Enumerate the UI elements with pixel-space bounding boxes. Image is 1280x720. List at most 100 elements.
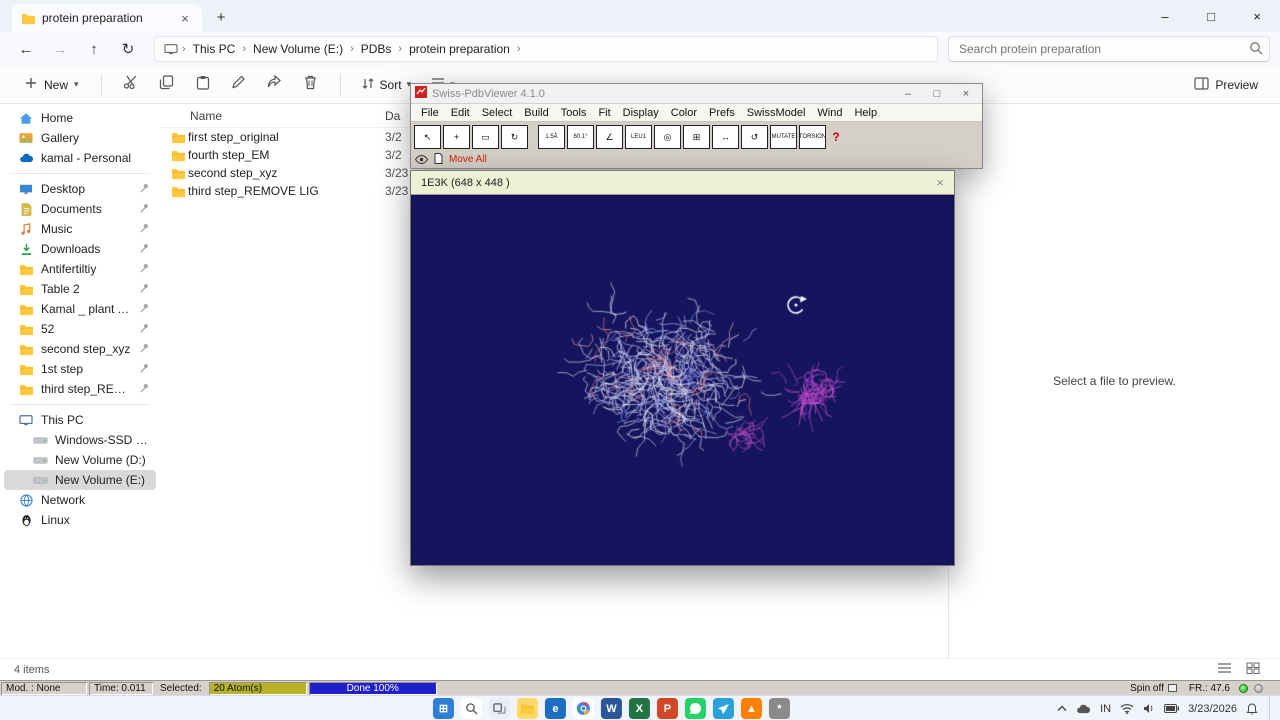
copy-button[interactable]: [150, 70, 184, 100]
sidebar-item-new-volume-e[interactable]: New Volume (E:): [4, 470, 156, 490]
sidebar-item-home[interactable]: Home: [4, 108, 156, 128]
task-view-icon[interactable]: [488, 698, 510, 719]
sidebar-item-kamal-plant-ap[interactable]: Kamal _ plant AP: [4, 299, 156, 319]
sidebar-item-network[interactable]: Network: [4, 490, 156, 510]
delete-button[interactable]: [294, 70, 328, 100]
dihedral-tool[interactable]: ∠: [596, 125, 623, 149]
slab-tool[interactable]: ▭: [472, 125, 499, 149]
molecule-window-title-bar[interactable]: 1E3K (648 x 448 ) ×: [411, 171, 954, 195]
fit-window-tool[interactable]: ⊞: [683, 125, 710, 149]
telegram-icon[interactable]: [712, 698, 734, 719]
explorer-tab[interactable]: protein preparation ×: [12, 4, 202, 32]
new-tab-button[interactable]: +: [208, 5, 234, 29]
sidebar-item-music[interactable]: Music: [4, 219, 156, 239]
tab-close-icon[interactable]: ×: [176, 11, 194, 26]
move-group-tool[interactable]: ↔: [712, 125, 739, 149]
move-all-label[interactable]: Move All: [449, 154, 487, 165]
sidebar-item-1st-step[interactable]: 1st step: [4, 359, 156, 379]
cut-button[interactable]: [114, 70, 148, 100]
help-icon[interactable]: ?: [828, 130, 844, 144]
menu-wind[interactable]: Wind: [811, 107, 848, 119]
minimize-button[interactable]: –: [1142, 0, 1188, 32]
onedrive-tray-icon[interactable]: [1076, 704, 1091, 714]
sidebar-item-kamal-personal[interactable]: kamal - Personal: [4, 148, 156, 168]
spdbv-close-button[interactable]: ×: [954, 88, 978, 100]
sidebar-item-gallery[interactable]: Gallery: [4, 128, 156, 148]
rotate-group-tool[interactable]: ↺: [741, 125, 768, 149]
sidebar-item-52[interactable]: 52: [4, 319, 156, 339]
maximize-button[interactable]: □: [1188, 0, 1234, 32]
layer-page-icon[interactable]: [434, 151, 443, 169]
menu-tools[interactable]: Tools: [555, 107, 593, 119]
forward-button[interactable]: →: [44, 36, 76, 62]
preview-toggle[interactable]: Preview: [1186, 72, 1266, 98]
rotate-tool[interactable]: ↻: [501, 125, 528, 149]
menu-build[interactable]: Build: [518, 107, 554, 119]
sidebar-item-second-step-xyz[interactable]: second step_xyz: [4, 339, 156, 359]
column-date[interactable]: Da: [385, 109, 400, 123]
sidebar-item-documents[interactable]: Documents: [4, 199, 156, 219]
menu-select[interactable]: Select: [476, 107, 519, 119]
torsion-tool[interactable]: TORSION: [799, 125, 826, 149]
label-tool[interactable]: LEU1: [625, 125, 652, 149]
excel-icon[interactable]: X: [628, 698, 650, 719]
start-icon[interactable]: ⊞: [432, 698, 454, 719]
sidebar-item-downloads[interactable]: Downloads: [4, 239, 156, 259]
mutate-tool[interactable]: MUTATE: [770, 125, 797, 149]
spdbv-minimize-button[interactable]: –: [896, 88, 920, 100]
menu-edit[interactable]: Edit: [445, 107, 476, 119]
sidebar-item-desktop[interactable]: Desktop: [4, 179, 156, 199]
menu-file[interactable]: File: [415, 107, 445, 119]
back-button[interactable]: ←: [10, 36, 42, 62]
new-button[interactable]: New ▾: [14, 71, 89, 98]
breadcrumb-item-this-pc[interactable]: This PC: [189, 40, 240, 58]
molecule-window-close-icon[interactable]: ×: [936, 175, 944, 190]
menu-swissmodel[interactable]: SwissModel: [741, 107, 812, 119]
menu-color[interactable]: Color: [665, 107, 703, 119]
sidebar-item-table-2[interactable]: Table 2: [4, 279, 156, 299]
menu-fit[interactable]: Fit: [592, 107, 616, 119]
close-button[interactable]: ×: [1234, 0, 1280, 32]
details-view-icon[interactable]: [1217, 662, 1232, 677]
search-icon[interactable]: [460, 698, 482, 719]
paste-button[interactable]: [186, 70, 220, 100]
breadcrumb-item-protein-preparation[interactable]: protein preparation: [405, 40, 514, 58]
breadcrumb[interactable]: › This PC › New Volume (E:) › PDBs › protein pr…: [154, 36, 938, 62]
sidebar-item-windows-ssd-c[interactable]: Windows-SSD (C:): [4, 430, 156, 450]
chrome-icon[interactable]: [572, 698, 594, 719]
up-button[interactable]: ↑: [78, 36, 110, 62]
menu-display[interactable]: Display: [617, 107, 665, 119]
menu-help[interactable]: Help: [848, 107, 883, 119]
menu-prefs[interactable]: Prefs: [703, 107, 741, 119]
file-explorer-icon[interactable]: [516, 698, 538, 719]
move-tool[interactable]: +: [443, 125, 470, 149]
spdbv-title-bar[interactable]: Swiss-PdbViewer 4.1.0 – □ ×: [411, 84, 982, 104]
spin-toggle[interactable]: Spin off: [1125, 682, 1182, 695]
show-desktop-button[interactable]: [1269, 696, 1272, 720]
center-tool[interactable]: ◎: [654, 125, 681, 149]
column-name[interactable]: Name: [160, 109, 385, 123]
whatsapp-icon[interactable]: [684, 698, 706, 719]
settings-icon[interactable]: *: [768, 698, 790, 719]
wifi-icon[interactable]: [1120, 703, 1134, 714]
breadcrumb-item-new-volume-e[interactable]: New Volume (E:): [249, 40, 347, 58]
molecule-canvas[interactable]: [412, 196, 953, 565]
speaker-icon[interactable]: [1143, 703, 1155, 714]
chevron-up-icon[interactable]: [1057, 705, 1067, 712]
vlc-icon[interactable]: ▲: [740, 698, 762, 719]
language-indicator[interactable]: IN: [1100, 703, 1111, 715]
eye-icon[interactable]: [414, 151, 429, 169]
search-input[interactable]: [948, 36, 1270, 62]
powerpoint-icon[interactable]: P: [656, 698, 678, 719]
sidebar-item-antifertiltiy[interactable]: Antifertiltiy: [4, 259, 156, 279]
share-button[interactable]: [258, 70, 292, 100]
sidebar-item-linux[interactable]: Linux: [4, 510, 156, 530]
tray-date[interactable]: 3/23/2026: [1188, 703, 1237, 715]
notification-bell-icon[interactable]: [1246, 702, 1258, 715]
breadcrumb-item-pdbs[interactable]: PDBs: [357, 40, 396, 58]
sidebar-item-new-volume-d[interactable]: New Volume (D:): [4, 450, 156, 470]
battery-icon[interactable]: [1164, 704, 1180, 713]
spdbv-maximize-button[interactable]: □: [925, 88, 949, 100]
large-thumbnails-icon[interactable]: [1246, 662, 1260, 677]
angle-tool[interactable]: 60.1°: [567, 125, 594, 149]
